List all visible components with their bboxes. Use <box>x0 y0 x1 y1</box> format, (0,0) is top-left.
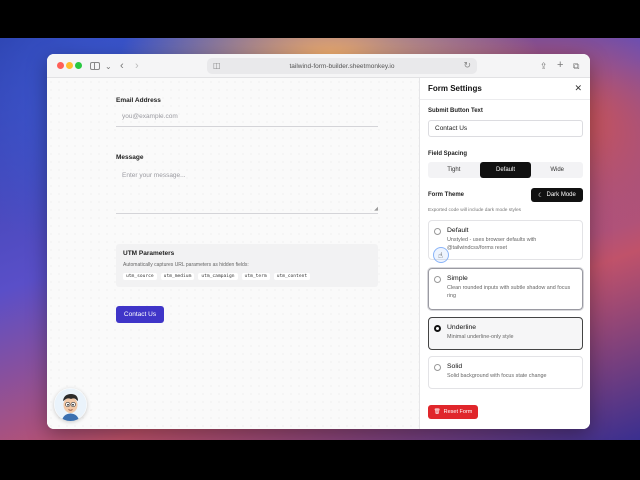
utm-parameters-box: UTM Parameters Automatically captures UR… <box>116 244 378 287</box>
close-icon[interactable]: ✕ <box>574 83 582 94</box>
spacing-option-default[interactable]: Default <box>479 162 532 178</box>
browser-toolbar: ⌄ ‹ › ◫ tailwind-form-builder.sheetmonke… <box>47 54 590 78</box>
utm-tag: utm_source <box>123 273 157 280</box>
panel-header: Form Settings ✕ <box>420 78 590 100</box>
message-placeholder: Enter your message... <box>122 172 186 179</box>
theme-description: Clean rounded inputs with subtle shadow … <box>447 285 571 299</box>
reset-form-label: Reset Form <box>443 409 473 415</box>
url-text: tailwind-form-builder.sheetmonkey.io <box>289 62 395 70</box>
message-field[interactable]: Enter your message... ◢ <box>116 164 378 214</box>
form-theme-label: Form Theme <box>428 192 465 198</box>
maximize-window-button[interactable] <box>75 62 82 69</box>
chevron-down-icon[interactable]: ⌄ <box>105 60 112 74</box>
utm-tag: utm_medium <box>160 273 195 280</box>
radio-simple[interactable] <box>434 276 441 283</box>
close-window-button[interactable] <box>57 62 64 69</box>
resize-handle-icon[interactable]: ◢ <box>374 206 378 212</box>
field-spacing-control: Tight Default Wide <box>428 162 583 178</box>
utm-tag: utm_campaign <box>198 273 238 280</box>
theme-description: Unstyled - uses browser defaults with @t… <box>447 237 537 251</box>
theme-name: Simple <box>447 275 468 282</box>
utm-description: Automatically captures URL parameters as… <box>123 262 249 268</box>
forward-arrow-icon[interactable]: › <box>135 59 139 73</box>
sidebar-toggle-icon[interactable] <box>90 62 100 70</box>
dark-mode-button[interactable]: ☾ Dark Mode <box>531 188 583 202</box>
back-arrow-icon[interactable]: ‹ <box>120 59 124 73</box>
spacing-option-wide[interactable]: Wide <box>531 162 583 178</box>
theme-name: Underline <box>447 324 477 331</box>
theme-name: Solid <box>447 363 463 370</box>
pointer-cursor-icon: ☝ <box>438 251 443 260</box>
theme-option-simple[interactable]: Simple Clean rounded inputs with subtle … <box>428 268 583 310</box>
theme-description: Solid background with focus state change <box>447 373 547 379</box>
email-label: Email Address <box>116 97 161 104</box>
spacing-option-tight[interactable]: Tight <box>428 162 480 178</box>
radio-solid[interactable] <box>434 364 441 371</box>
tab-overview-icon[interactable]: ⧉ <box>573 59 579 73</box>
contact-us-button[interactable]: Contact Us <box>116 306 164 323</box>
reset-form-button[interactable]: 🗑 Reset Form <box>428 405 478 419</box>
address-bar[interactable]: ◫ tailwind-form-builder.sheetmonkey.io ↻ <box>207 58 477 74</box>
new-tab-icon[interactable]: + <box>557 58 563 72</box>
message-label: Message <box>116 154 144 161</box>
dark-mode-label: Dark Mode <box>546 192 576 198</box>
theme-option-default[interactable]: Default Unstyled - uses browser defaults… <box>428 220 583 260</box>
theme-description: Minimal underline-only style <box>447 334 514 340</box>
minimize-window-button[interactable] <box>66 62 73 69</box>
avatar[interactable] <box>54 388 87 421</box>
email-field[interactable]: you@example.com <box>116 113 378 127</box>
share-icon[interactable]: ⇪ <box>540 59 548 73</box>
reload-icon[interactable]: ↻ <box>463 60 471 71</box>
theme-note: Exported code will include dark mode sty… <box>428 208 522 213</box>
submit-text-input[interactable]: Contact Us <box>428 120 583 137</box>
browser-window: ⌄ ‹ › ◫ tailwind-form-builder.sheetmonke… <box>47 54 590 429</box>
theme-name: Default <box>447 227 469 234</box>
utm-tag: utm_term <box>241 273 270 280</box>
moon-icon: ☾ <box>538 192 544 199</box>
theme-option-underline[interactable]: Underline Minimal underline-only style <box>428 317 583 350</box>
site-info-icon[interactable]: ◫ <box>213 61 221 70</box>
radio-underline[interactable] <box>434 325 441 332</box>
cartoon-avatar-icon <box>54 388 87 421</box>
radio-default[interactable] <box>434 228 441 235</box>
trash-icon: 🗑 <box>433 409 441 415</box>
field-spacing-label: Field Spacing <box>428 151 468 157</box>
utm-title: UTM Parameters <box>123 250 175 257</box>
theme-option-solid[interactable]: Solid Solid background with focus state … <box>428 356 583 389</box>
form-preview: Email Address you@example.com Message En… <box>47 78 419 429</box>
panel-title: Form Settings <box>428 84 482 93</box>
submit-text-label: Submit Button Text <box>428 108 483 114</box>
utm-tag-list: utm_source utm_medium utm_campaign utm_t… <box>123 273 371 280</box>
utm-tag: utm_content <box>273 273 311 280</box>
